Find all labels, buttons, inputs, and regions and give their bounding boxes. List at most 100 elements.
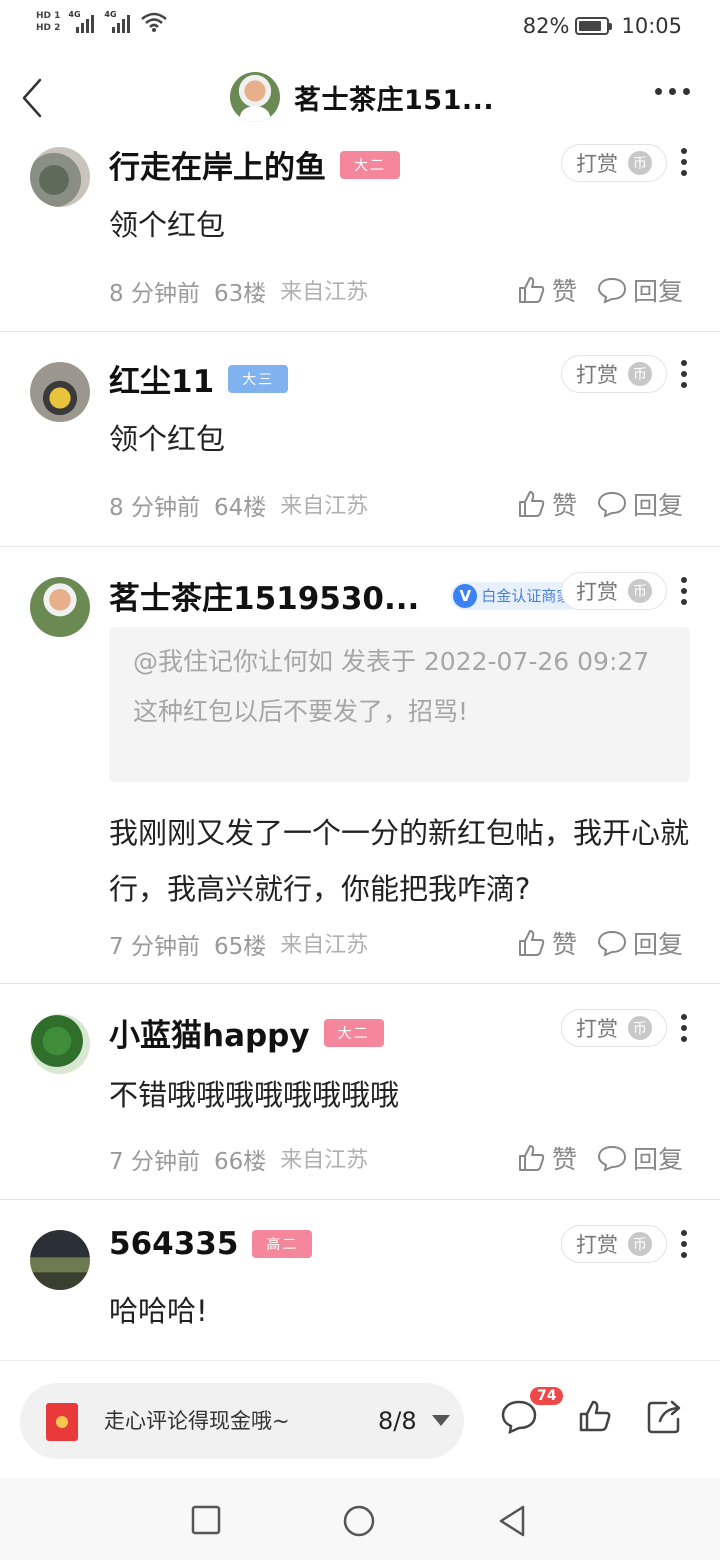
tip-label: 打赏 (576, 1233, 618, 1257)
share-icon (647, 1400, 681, 1434)
like-button[interactable]: 赞 (516, 925, 577, 961)
thumb-up-icon (519, 1145, 545, 1171)
like-button[interactable]: 赞 (516, 272, 577, 308)
coin-icon: 币 (628, 1016, 652, 1040)
comment-actions: 赞 回复 (516, 486, 683, 522)
comment-header: 小蓝猫happy 大二 (109, 1010, 384, 1055)
reply-button[interactable]: 回复 (597, 925, 683, 961)
comment-item: 红尘11 大三 打赏 币 领个红包 8 分钟前 64楼 来自江苏 赞 回复 (0, 332, 720, 547)
tip-button[interactable]: 打赏 币 (561, 1009, 667, 1047)
comment-menu-button[interactable] (680, 1230, 688, 1258)
comment-menu-button[interactable] (680, 1014, 688, 1042)
comment-count-badge: 74 (530, 1387, 564, 1405)
avatar[interactable] (30, 1014, 90, 1074)
more-vertical-icon (681, 360, 687, 366)
wifi-icon (141, 12, 168, 32)
tip-button[interactable]: 打赏 币 (561, 1225, 667, 1263)
comment-menu-button[interactable] (680, 577, 688, 605)
verified-icon: V (453, 583, 478, 608)
thumb-up-icon (519, 930, 545, 956)
more-vertical-icon (681, 1014, 687, 1020)
status-left: HD 1 HD 2 4G 4G (36, 10, 168, 34)
username[interactable]: 行走在岸上的鱼 (109, 142, 326, 187)
username[interactable]: 小蓝猫happy (109, 1010, 310, 1055)
thumb-up-icon (519, 491, 545, 517)
level-badge: 大二 (340, 150, 400, 179)
comment-floor: 64楼 (213, 495, 267, 521)
comment-text: 不错哦哦哦哦哦哦哦哦 (109, 1078, 400, 1112)
comment-item: 行走在岸上的鱼 大二 打赏 币 领个红包 8 分钟前 63楼 来自江苏 赞 回复 (0, 136, 720, 332)
comment-header: 红尘11 大三 (109, 356, 289, 401)
coin-icon: 币 (628, 579, 652, 603)
comment-actions: 赞 回复 (516, 1140, 683, 1176)
more-vertical-icon (681, 148, 687, 154)
reply-label: 回复 (633, 1145, 684, 1174)
like-thread-button[interactable] (578, 1399, 612, 1437)
like-label: 赞 (552, 491, 578, 520)
level-badge: 大三 (228, 364, 289, 393)
tip-button[interactable]: 打赏 币 (561, 355, 667, 393)
comment-list[interactable]: 行走在岸上的鱼 大二 打赏 币 领个红包 8 分钟前 63楼 来自江苏 赞 回复 (0, 136, 720, 1360)
avatar[interactable] (30, 1230, 90, 1290)
comment-meta: 8 分钟前 63楼 来自江苏 (109, 274, 368, 308)
username[interactable]: 茗士茶庄1519530... (109, 573, 419, 618)
system-nav-bar (0, 1478, 720, 1560)
avatar[interactable] (30, 362, 90, 422)
comment-icon (598, 1145, 627, 1172)
comment-input[interactable]: 走心评论得现金哦~ 8/8 (20, 1383, 464, 1459)
tip-button[interactable]: 打赏 币 (561, 144, 667, 182)
avatar[interactable] (30, 577, 90, 637)
like-button[interactable]: 赞 (516, 486, 577, 522)
username[interactable]: 红尘11 (109, 356, 214, 401)
level-badge: 大二 (323, 1018, 384, 1047)
comments-button[interactable] (500, 1399, 538, 1439)
more-button[interactable] (655, 88, 690, 95)
comment-header: 564335 高二 (109, 1226, 313, 1262)
reply-button[interactable]: 回复 (597, 486, 683, 522)
page-indicator[interactable]: 8/8 (378, 1407, 417, 1435)
reply-button[interactable]: 回复 (597, 272, 683, 308)
hd1-label: HD 1 (36, 11, 61, 21)
comment-location: 来自江苏 (280, 933, 369, 958)
signal-icon: 4G (104, 10, 132, 33)
comment-meta: 7 分钟前 66楼 来自江苏 (109, 1142, 368, 1176)
avatar[interactable] (30, 147, 90, 207)
caret-down-icon[interactable] (432, 1415, 450, 1426)
like-label: 赞 (552, 930, 578, 959)
like-button[interactable]: 赞 (516, 1140, 577, 1176)
recent-apps-button[interactable] (190, 1504, 222, 1540)
comment-location: 来自江苏 (280, 494, 369, 519)
share-button[interactable] (646, 1399, 684, 1439)
comment-meta: 7 分钟前 65楼 来自江苏 (109, 927, 368, 961)
username[interactable]: 564335 (109, 1226, 238, 1262)
coin-icon: 币 (628, 151, 652, 175)
author-avatar[interactable] (230, 72, 280, 122)
back-nav-button[interactable] (496, 1504, 528, 1542)
reply-button[interactable]: 回复 (597, 1140, 683, 1176)
comment-input-placeholder: 走心评论得现金哦~ (104, 1409, 290, 1433)
back-button[interactable] (14, 76, 54, 120)
reply-label: 回复 (633, 930, 684, 959)
home-button[interactable] (342, 1504, 376, 1542)
comment-menu-button[interactable] (680, 360, 688, 388)
comment-time: 8 分钟前 (109, 281, 200, 307)
tip-button[interactable]: 打赏 币 (561, 572, 667, 610)
comment-actions: 赞 回复 (516, 272, 683, 308)
thread-author[interactable]: 茗士茶庄151... (230, 72, 494, 122)
more-horizontal-icon (655, 88, 662, 95)
quote-header: @我住记你让何如 发表于 2022-07-26 09:27 (133, 647, 650, 676)
like-label: 赞 (552, 1145, 578, 1174)
tip-label: 打赏 (576, 580, 618, 604)
thumb-up-icon (519, 277, 545, 303)
reply-label: 回复 (633, 277, 684, 306)
comment-menu-button[interactable] (680, 148, 688, 176)
comment-icon (598, 277, 627, 304)
hd-indicator: HD 1 HD 2 (36, 10, 60, 34)
quoted-comment[interactable]: @我住记你让何如 发表于 2022-07-26 09:27 这种红包以后不要发了… (109, 627, 690, 782)
like-label: 赞 (552, 277, 578, 306)
comment-text: 领个红包 (109, 422, 226, 456)
recent-apps-icon (191, 1505, 221, 1535)
page-title[interactable]: 茗士茶庄151... (294, 78, 494, 117)
clock: 10:05 (621, 14, 682, 38)
chevron-left-icon (22, 78, 42, 118)
